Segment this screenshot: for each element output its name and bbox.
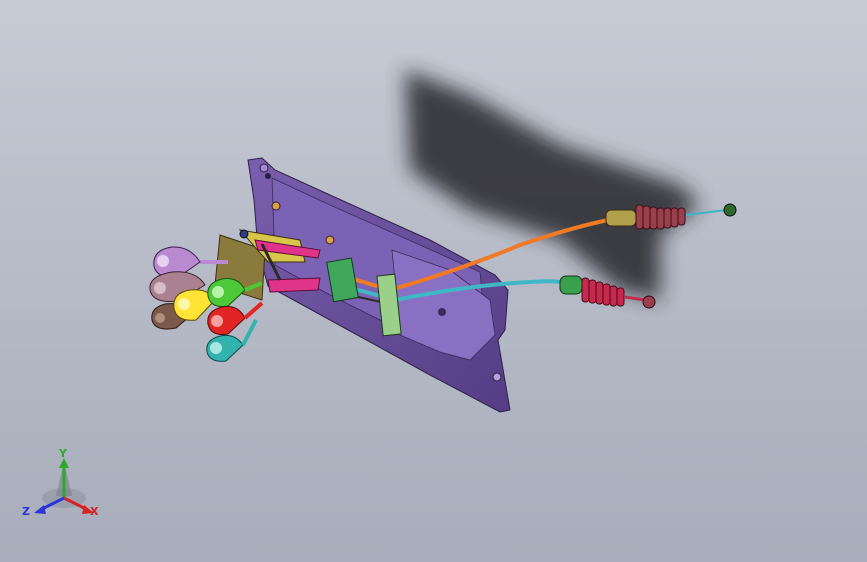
coordinate-triad[interactable]: Y Z X (22, 448, 112, 528)
coordinate-triad-icon (34, 458, 94, 514)
x-axis-label: X (90, 505, 99, 518)
shifter-assembly-model[interactable] (0, 0, 867, 562)
z-axis-label: Z (22, 505, 30, 518)
knob-red (207, 301, 264, 335)
y-axis-label: Y (59, 447, 67, 460)
graphics-viewport[interactable]: Y Z X (0, 0, 867, 562)
